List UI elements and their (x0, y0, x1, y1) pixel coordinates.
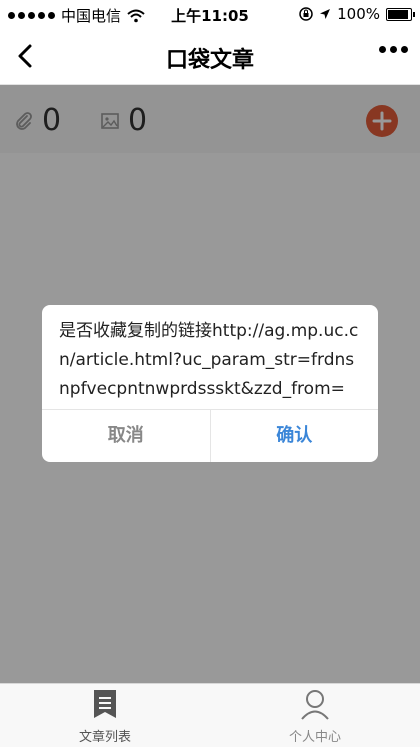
tab-personal-center[interactable]: 个人中心 (245, 688, 385, 745)
more-dot-icon (390, 46, 397, 53)
battery-percent: 100% (337, 5, 380, 23)
nav-bar: 口袋文章 (0, 28, 420, 85)
battery-fill (388, 9, 408, 19)
confirm-dialog: 是否收藏复制的链接http://ag.mp.uc.cn/article.html… (42, 305, 378, 462)
status-right: 100% (299, 5, 415, 23)
dialog-actions: 取消 确认 (42, 409, 378, 462)
tab-personal-center-label: 个人中心 (288, 730, 341, 745)
more-dot-icon (379, 46, 386, 53)
tab-article-list-label: 文章列表 (78, 730, 131, 745)
tab-article-list[interactable]: 文章列表 (35, 688, 175, 745)
confirm-button[interactable]: 确认 (211, 410, 379, 462)
dialog-message: 是否收藏复制的链接http://ag.mp.uc.cn/article.html… (59, 321, 359, 399)
bookmark-icon (94, 690, 116, 718)
more-dot-icon (401, 46, 408, 53)
cancel-button[interactable]: 取消 (42, 410, 211, 462)
status-bar: 中国电信 上午11:05 100% (0, 0, 420, 28)
tab-bar: 文章列表 个人中心 (0, 683, 420, 747)
page-title: 口袋文章 (165, 48, 254, 73)
rotation-lock-icon (299, 7, 313, 21)
more-button[interactable] (379, 46, 408, 53)
battery-icon (386, 7, 415, 21)
person-icon (301, 690, 329, 720)
location-arrow-icon (320, 9, 331, 19)
